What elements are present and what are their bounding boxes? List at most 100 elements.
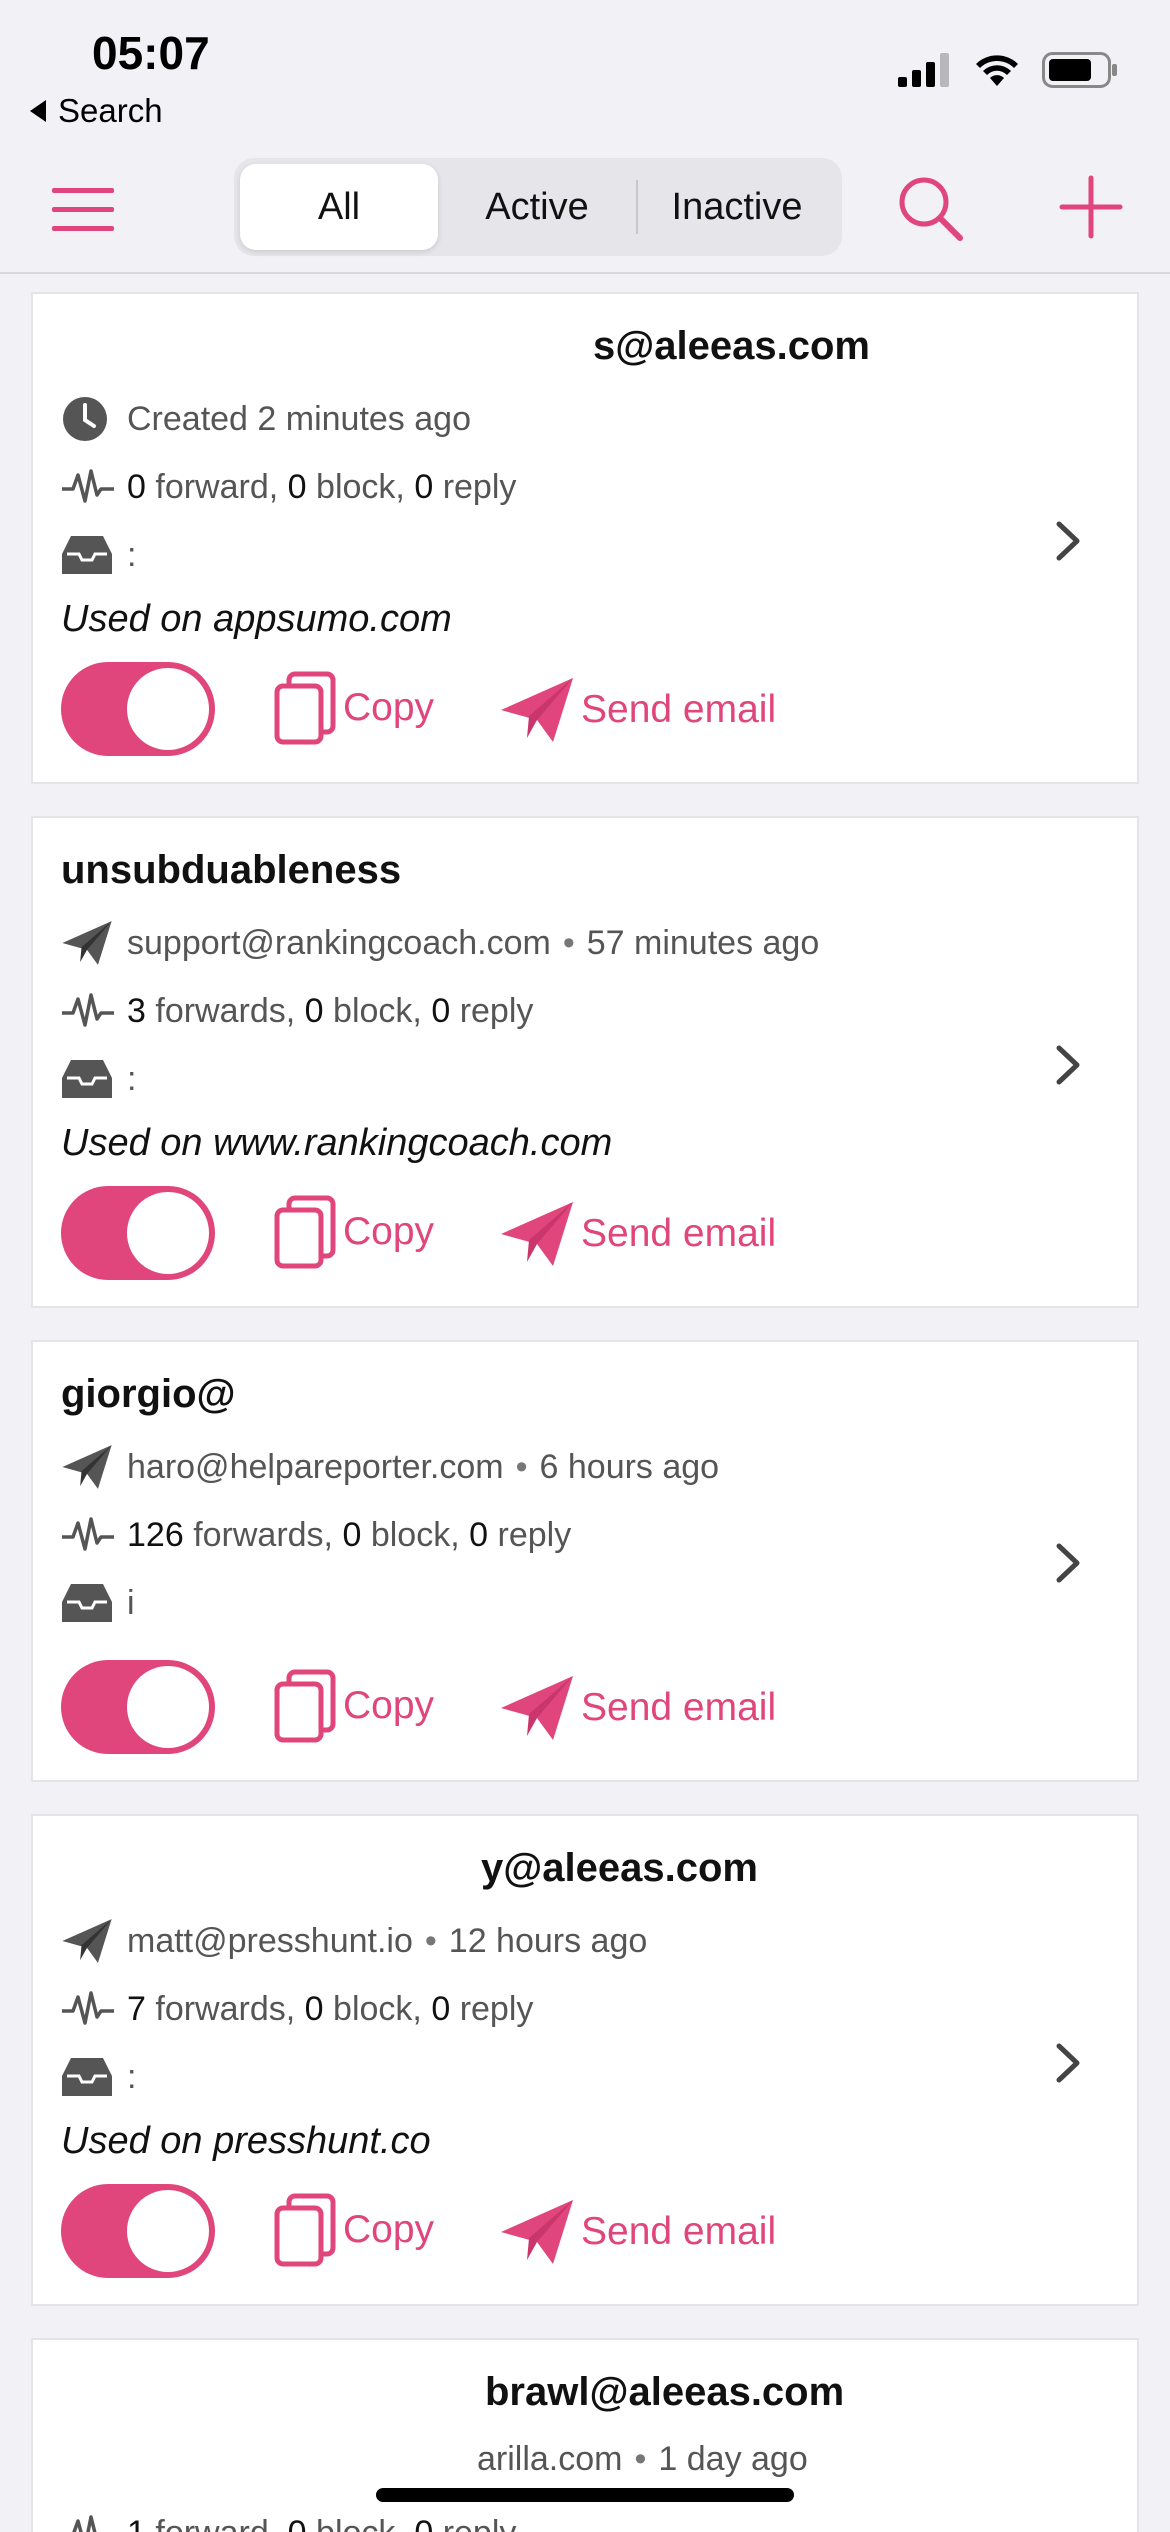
copy-icon — [274, 671, 336, 745]
alias-note: Used on presshunt.co — [61, 2120, 431, 2162]
copy-button[interactable]: Copy — [273, 1668, 434, 1744]
reply-count: 0 — [431, 991, 451, 1030]
status-filter-segmented-control: All Active Inactive — [234, 158, 842, 256]
copy-label: Copy — [343, 1210, 435, 1253]
block-label: block, — [316, 2514, 405, 2532]
clock-icon — [63, 397, 107, 441]
alias-card[interactable]: brawl@aleeas.com arilla.com • 1 day ago … — [31, 2338, 1139, 2532]
status-bar: 05:07 Search — [0, 0, 1170, 150]
mailbox-row: i — [61, 1578, 135, 1628]
copy-button[interactable]: Copy — [273, 670, 434, 746]
forward-count: 0 — [127, 467, 146, 506]
activity-row: 3 forwards, 0 block, 0 reply — [61, 986, 533, 1036]
send-email-button[interactable]: Send email — [499, 1674, 776, 1742]
alias-enabled-toggle[interactable] — [61, 662, 215, 756]
forward-label: forward, — [155, 2514, 278, 2532]
block-count: 0 — [304, 1989, 324, 2028]
block-label: block, — [316, 467, 405, 506]
reply-count: 0 — [469, 1515, 489, 1554]
block-count: 0 — [304, 991, 324, 1030]
sender-row: matt@presshunt.io • 12 hours ago — [61, 1916, 647, 1966]
alias-card[interactable]: unsubduableness support@rankingcoach.com… — [31, 816, 1139, 1308]
forward-label: forwards, — [155, 991, 296, 1030]
alias-card[interactable]: y@aleeas.com matt@presshunt.io • 12 hour… — [31, 1814, 1139, 2306]
menu-icon[interactable] — [52, 182, 114, 238]
block-label: block, — [333, 1989, 422, 2028]
segment-all[interactable]: All — [240, 164, 438, 250]
signal-icon — [898, 53, 949, 87]
forward-count: 3 — [127, 991, 146, 1030]
segment-inactive[interactable]: Inactive — [638, 164, 836, 250]
alias-card[interactable]: s@aleeas.com Created 2 minutes ago 0 for… — [31, 292, 1139, 784]
forward-count: 7 — [127, 1989, 146, 2028]
sender-row: support@rankingcoach.com • 57 minutes ag… — [61, 918, 819, 968]
forward-label: forward, — [155, 467, 279, 506]
reply-label: reply — [459, 1989, 534, 2028]
paper-plane-icon — [62, 1919, 112, 1963]
activity-row: 7 forwards, 0 block, 0 reply — [61, 1984, 533, 2034]
chevron-right-icon[interactable] — [1053, 1540, 1083, 1586]
sender-email: matt@presshunt.io — [127, 1921, 413, 1960]
send-email-button[interactable]: Send email — [499, 676, 776, 744]
paper-plane-icon — [62, 921, 112, 965]
created-row: Created 2 minutes ago — [61, 394, 471, 444]
alias-enabled-toggle[interactable] — [61, 1660, 215, 1754]
reply-label: reply — [443, 2514, 517, 2532]
alias-card[interactable]: giorgio@ haro@helpareporter.com • 6 hour… — [31, 1340, 1139, 1782]
alias-email: y@aleeas.com — [481, 1846, 758, 1890]
separator-dot: • — [562, 923, 575, 962]
reply-label: reply — [497, 1515, 572, 1554]
activity-icon — [62, 1517, 114, 1551]
forward-label: forwards, — [193, 1515, 334, 1554]
back-to-search-link[interactable]: Search — [30, 92, 163, 130]
sender-email: support@rankingcoach.com — [127, 923, 551, 962]
copy-button[interactable]: Copy — [273, 1194, 434, 1270]
nav-bar: All Active Inactive — [0, 150, 1170, 274]
add-alias-icon[interactable] — [1058, 174, 1124, 240]
home-indicator[interactable] — [376, 2488, 794, 2502]
search-icon[interactable] — [896, 174, 964, 242]
toggle-knob — [127, 2190, 209, 2272]
block-count: 0 — [287, 467, 307, 506]
chevron-right-icon[interactable] — [1053, 2040, 1083, 2086]
send-email-label: Send email — [581, 1686, 777, 1729]
copy-icon — [274, 2193, 336, 2267]
alias-enabled-toggle[interactable] — [61, 2184, 215, 2278]
alias-email: giorgio@ — [61, 1372, 236, 1416]
forward-count: 1 — [127, 2514, 146, 2532]
copy-button[interactable]: Copy — [273, 2192, 434, 2268]
paper-plane-icon — [501, 2200, 573, 2264]
activity-icon — [62, 993, 114, 1027]
reply-label: reply — [459, 991, 534, 1030]
send-email-button[interactable]: Send email — [499, 2198, 776, 2266]
segment-active[interactable]: Active — [438, 164, 636, 250]
mailbox: : — [127, 2057, 137, 2096]
copy-label: Copy — [343, 1684, 435, 1727]
mailbox-row: : — [61, 530, 136, 580]
block-count: 0 — [342, 1515, 362, 1554]
send-email-label: Send email — [581, 688, 777, 731]
created-time: Created 2 minutes ago — [127, 399, 471, 438]
copy-icon — [274, 1669, 336, 1743]
last-activity-time: 57 minutes ago — [586, 923, 820, 962]
sender-email: arilla.com — [477, 2440, 623, 2478]
paper-plane-icon — [501, 678, 573, 742]
chevron-right-icon[interactable] — [1053, 1042, 1083, 1088]
copy-label: Copy — [343, 2208, 435, 2251]
activity-row: 1 forward, 0 block, 0 reply — [61, 2508, 516, 2532]
copy-icon — [274, 1195, 336, 1269]
activity-icon — [62, 1991, 114, 2025]
activity-row: 0 forward, 0 block, 0 reply — [61, 462, 516, 512]
sender-email: haro@helpareporter.com — [127, 1447, 504, 1486]
reply-count: 0 — [414, 467, 434, 506]
send-email-button[interactable]: Send email — [499, 1200, 776, 1268]
mailbox: i — [127, 1583, 135, 1622]
alias-enabled-toggle[interactable] — [61, 1186, 215, 1280]
toggle-knob — [127, 1666, 209, 1748]
sender-row: arilla.com • 1 day ago — [477, 2440, 808, 2479]
activity-icon — [72, 2515, 97, 2532]
back-arrow-icon — [30, 100, 46, 122]
chevron-right-icon[interactable] — [1053, 518, 1083, 564]
last-activity-time: 12 hours ago — [448, 1921, 648, 1960]
alias-note: Used on appsumo.com — [61, 598, 452, 640]
